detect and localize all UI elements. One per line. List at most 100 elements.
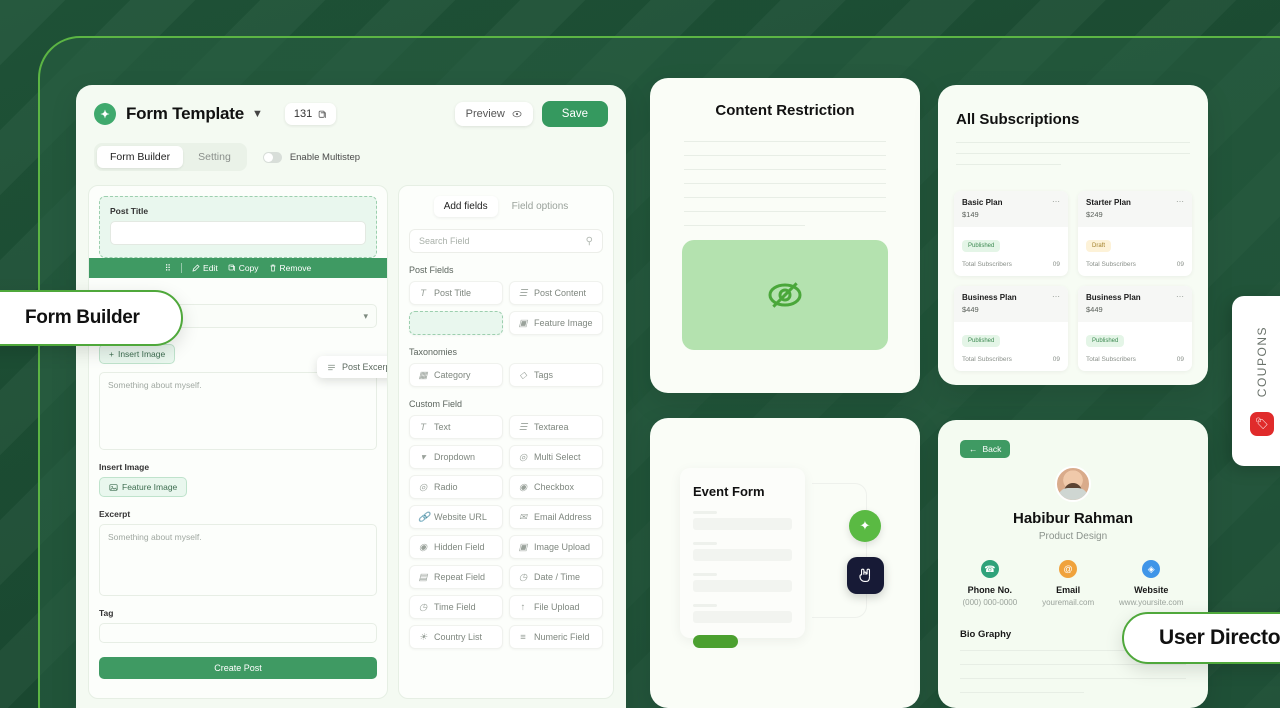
arrow-left-icon: ← — [969, 444, 978, 454]
tab-setting[interactable]: Setting — [185, 146, 244, 168]
excerpt-label: Excerpt — [99, 509, 131, 519]
field-chip-drop-placeholder[interactable] — [409, 311, 503, 335]
field-chip-numeric-field[interactable]: ≡ Numeric Field — [509, 625, 603, 649]
preview-button-label: Preview — [465, 108, 505, 120]
table-row[interactable]: ⋯ Starter Plan $249 Draft Total Subscrib… — [1078, 191, 1192, 276]
field-chip-date-time[interactable]: ◷ Date / Time — [509, 565, 603, 589]
tab-field-options[interactable]: Field options — [502, 196, 579, 217]
feature-pill-user-directory: User Directory — [1122, 612, 1280, 664]
search-field-input[interactable]: Search Field ⚲ — [409, 229, 603, 253]
revision-count-pill[interactable]: 131 — [284, 103, 337, 125]
field-chip-website-url[interactable]: 🔗 Website URL — [409, 505, 503, 529]
check-circle-icon: ◉ — [518, 481, 528, 493]
field-chip-category[interactable]: ▦ Category — [409, 363, 503, 387]
radio-icon: ◎ — [418, 481, 428, 493]
field-chip-label: Image Upload — [534, 542, 591, 552]
subscriber-count: 09 — [1176, 356, 1184, 363]
field-chip-file-upload[interactable]: ↑ File Upload — [509, 595, 603, 619]
rock-hand-icon[interactable] — [847, 557, 884, 594]
table-row[interactable]: ⋯ Basic Plan $149 Published Total Subscr… — [954, 191, 1068, 276]
dragging-field-chip[interactable]: Post Excerpt — [317, 356, 388, 378]
field-chip-post-content[interactable]: ☰ Post Content — [509, 281, 603, 305]
save-button[interactable]: Save — [541, 101, 608, 127]
contact-phone[interactable]: ☎ Phone No. (000) 000-0000 — [962, 560, 1017, 607]
profile-name: Habibur Rahman — [1012, 510, 1133, 527]
field-input-placeholder[interactable] — [693, 518, 792, 530]
search-icon: ⚲ — [585, 235, 593, 247]
field-chip-label: Post Content — [534, 288, 587, 298]
edit-button[interactable]: Edit — [192, 263, 218, 273]
field-chip-image-upload[interactable]: ▣ Image Upload — [509, 535, 603, 559]
tab-add-fields[interactable]: Add fields — [433, 196, 498, 217]
plan-name: Starter Plan — [1086, 198, 1131, 207]
post-content-textarea[interactable]: Something about myself. — [99, 372, 377, 450]
tab-form-builder[interactable]: Form Builder — [97, 146, 184, 168]
field-chip-text[interactable]: T Text — [409, 415, 503, 439]
field-chip-country-list[interactable]: ☀ Country List — [409, 625, 503, 649]
brand-logo-icon[interactable]: ✦ — [849, 510, 881, 542]
feature-image-button[interactable]: Feature Image — [99, 477, 188, 497]
post-title-input[interactable] — [110, 221, 366, 245]
event-form-title: Event Form — [693, 484, 765, 499]
selected-field-block[interactable]: Post Title — [99, 196, 377, 258]
tag-input[interactable] — [99, 623, 377, 643]
table-row[interactable]: ⋯ Business Plan $449 Published Total Sub… — [1078, 286, 1192, 371]
more-horizontal-icon[interactable]: ⋯ — [1052, 197, 1061, 206]
revision-count: 131 — [293, 108, 313, 120]
plan-head: ⋯ Business Plan $449 — [954, 286, 1068, 322]
field-chip-radio[interactable]: ◎ Radio — [409, 475, 503, 499]
lines-icon: ☰ — [518, 421, 528, 433]
table-row[interactable]: ⋯ Business Plan $449 Published Total Sub… — [954, 286, 1068, 371]
drag-handle-icon[interactable]: ⠿ — [165, 263, 171, 274]
event-form-submit-button[interactable] — [693, 635, 738, 648]
multistep-toggle[interactable] — [262, 151, 282, 163]
more-horizontal-icon[interactable]: ⋯ — [1052, 292, 1061, 301]
chevron-down-icon[interactable]: ▼ — [252, 108, 263, 120]
clock-icon: ◷ — [418, 601, 428, 613]
field-input-placeholder[interactable] — [693, 580, 792, 592]
field-chip-checkbox[interactable]: ◉ Checkbox — [509, 475, 603, 499]
field-chip-label: Hidden Field — [434, 542, 485, 552]
chevron-down-icon: ▾ — [363, 310, 368, 321]
multistep-toggle-wrap[interactable]: Enable Multistep — [262, 151, 360, 163]
add-fields-pane: Add fields Field options Search Field ⚲ … — [398, 185, 614, 699]
plan-footer: Total Subscribers 09 — [962, 356, 1060, 363]
back-button[interactable]: ← Back — [960, 440, 1011, 458]
plan-price: $249 — [1086, 210, 1103, 219]
field-chip-dropdown[interactable]: ▾ Dropdown — [409, 445, 503, 469]
check-circle-icon: ◎ — [518, 451, 528, 463]
copy-button[interactable]: Copy — [228, 263, 259, 273]
field-chip-label: Repeat Field — [434, 572, 486, 582]
preview-button[interactable]: Preview — [454, 102, 533, 126]
field-chip-repeat-field[interactable]: ▤ Repeat Field — [409, 565, 503, 589]
remove-button[interactable]: Remove — [269, 263, 311, 273]
profile-contacts: ☎ Phone No. (000) 000-0000 @ Email youre… — [938, 560, 1208, 607]
field-chip-tags[interactable]: ◇ Tags — [509, 363, 603, 387]
field-input-placeholder[interactable] — [693, 549, 792, 561]
field-chip-post-title[interactable]: T Post Title — [409, 281, 503, 305]
field-chip-feature-image[interactable]: ▣ Feature Image — [509, 311, 603, 335]
field-chip-multi-select[interactable]: ◎ Multi Select — [509, 445, 603, 469]
background-stage: ✦ Form Template ▼ 131 Preview Save Form … — [0, 0, 1280, 708]
field-input-placeholder[interactable] — [693, 611, 792, 623]
create-post-button[interactable]: Create Post — [99, 657, 377, 679]
field-chip-label: File Upload — [534, 602, 580, 612]
text-icon: T — [420, 287, 426, 299]
contact-website[interactable]: ◈ Website www.yoursite.com — [1119, 560, 1184, 607]
field-chip-textarea[interactable]: ☰ Textarea — [509, 415, 603, 439]
dragging-field-label: Post Excerpt — [342, 362, 388, 372]
coupons-tab[interactable]: COUPONS 🏷 — [1232, 296, 1280, 466]
contact-email[interactable]: @ Email youremail.com — [1042, 560, 1094, 607]
plan-head: ⋯ Starter Plan $249 — [1078, 191, 1192, 227]
insert-image-button[interactable]: + Insert Image — [99, 344, 176, 364]
all-subscriptions-card: All Subscriptions ⋯ Basic Plan $149 Publ… — [938, 85, 1208, 385]
field-label-placeholder — [693, 604, 717, 607]
field-chip-time-field[interactable]: ◷ Time Field — [409, 595, 503, 619]
field-chip-hidden-field[interactable]: ◉ Hidden Field — [409, 535, 503, 559]
excerpt-textarea[interactable]: Something about myself. — [99, 524, 377, 596]
repeat-icon: ▤ — [418, 571, 428, 583]
field-chip-email-address[interactable]: ✉ Email Address — [509, 505, 603, 529]
more-horizontal-icon[interactable]: ⋯ — [1176, 197, 1185, 206]
more-horizontal-icon[interactable]: ⋯ — [1176, 292, 1185, 301]
coupons-tab-label: COUPONS — [1255, 326, 1269, 398]
